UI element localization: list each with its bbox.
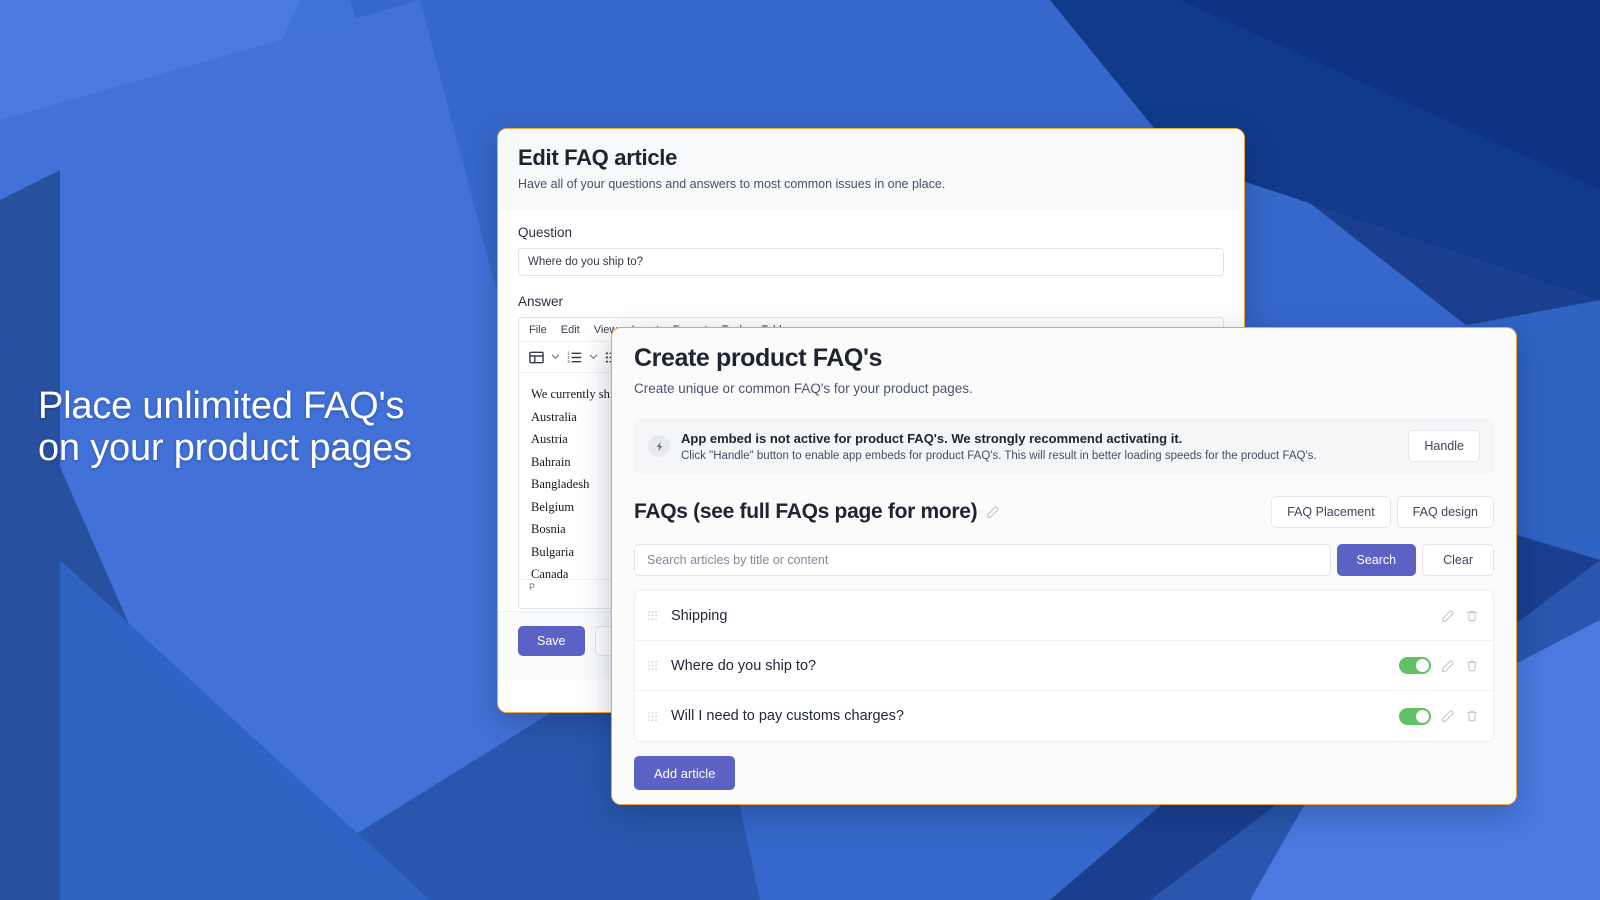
edit-card-title: Edit FAQ article: [518, 145, 678, 170]
svg-text:3: 3: [567, 359, 570, 364]
drag-handle-icon[interactable]: [647, 711, 658, 722]
table-row[interactable]: Where do you ship to?: [635, 641, 1493, 691]
banner-description: Click "Handle" button to enable app embe…: [681, 449, 1317, 462]
faq-row-title: Where do you ship to?: [671, 657, 817, 674]
screenshot-stage: Place unlimited FAQ's on your product pa…: [0, 0, 1600, 900]
edit-row-icon[interactable]: [1441, 709, 1455, 723]
bolt-icon: [648, 435, 670, 457]
question-input[interactable]: [518, 248, 1224, 276]
editor-menu-file[interactable]: File: [529, 324, 547, 336]
drag-handle-icon[interactable]: [647, 660, 658, 671]
faq-visibility-toggle[interactable]: [1399, 657, 1431, 674]
app-embed-banner: App embed is not active for product FAQ'…: [634, 418, 1494, 474]
delete-row-icon[interactable]: [1465, 659, 1479, 673]
drag-handle-icon[interactable]: [647, 610, 658, 621]
promo-line-1: Place unlimited FAQ's: [38, 385, 405, 427]
faq-design-button[interactable]: FAQ design: [1396, 496, 1494, 528]
edit-row-icon[interactable]: [1441, 609, 1455, 623]
table-row[interactable]: Will I need to pay customs charges?: [635, 691, 1493, 741]
search-button[interactable]: Search: [1336, 544, 1417, 576]
add-article-button[interactable]: Add article: [634, 756, 736, 790]
search-row: Search Clear: [634, 544, 1494, 576]
answer-label: Answer: [518, 294, 564, 309]
promo-headline: Place unlimited FAQ's on your product pa…: [38, 385, 508, 469]
create-card-title: Create product FAQ's: [634, 344, 882, 372]
faq-list: Shipping Where do you ship to? Will I ne…: [634, 590, 1494, 742]
edit-row-icon[interactable]: [1441, 659, 1455, 673]
faq-placement-button[interactable]: FAQ Placement: [1271, 496, 1391, 528]
delete-row-icon[interactable]: [1465, 709, 1479, 723]
handle-button[interactable]: Handle: [1408, 430, 1480, 462]
save-button[interactable]: Save: [518, 626, 585, 656]
create-product-faqs-card: Create product FAQ's Create unique or co…: [611, 327, 1517, 805]
question-label: Question: [518, 225, 573, 240]
numbered-list-icon[interactable]: 123: [567, 350, 582, 365]
add-article-row: Add article: [634, 742, 1494, 790]
banner-title: App embed is not active for product FAQ'…: [681, 430, 1183, 446]
search-input[interactable]: [634, 544, 1331, 576]
faqs-header-row: FAQs (see full FAQs page for more) FAQ P…: [634, 496, 1494, 528]
promo-line-2: on your product pages: [38, 427, 412, 469]
clear-button[interactable]: Clear: [1422, 544, 1494, 576]
create-card-subtitle: Create unique or common FAQ's for your p…: [634, 381, 973, 396]
faq-row-title: Shipping: [671, 607, 728, 624]
edit-card-subtitle: Have all of your questions and answers t…: [518, 177, 946, 191]
editor-menu-edit[interactable]: Edit: [561, 324, 580, 336]
table-row[interactable]: Shipping: [635, 591, 1493, 641]
edit-card-header: Edit FAQ article Have all of your questi…: [498, 129, 1244, 209]
faqs-heading: FAQs (see full FAQs page for more): [634, 500, 978, 523]
faq-visibility-toggle[interactable]: [1399, 707, 1431, 725]
faq-row-title: Will I need to pay customs charges?: [671, 708, 904, 724]
chevron-down-icon[interactable]: [551, 348, 560, 366]
delete-row-icon[interactable]: [1465, 609, 1479, 623]
table-icon[interactable]: [529, 350, 544, 365]
create-card-header: Create product FAQ's Create unique or co…: [612, 328, 1516, 396]
chevron-down-icon-2[interactable]: [589, 348, 598, 366]
edit-pencil-icon[interactable]: [986, 505, 1000, 519]
